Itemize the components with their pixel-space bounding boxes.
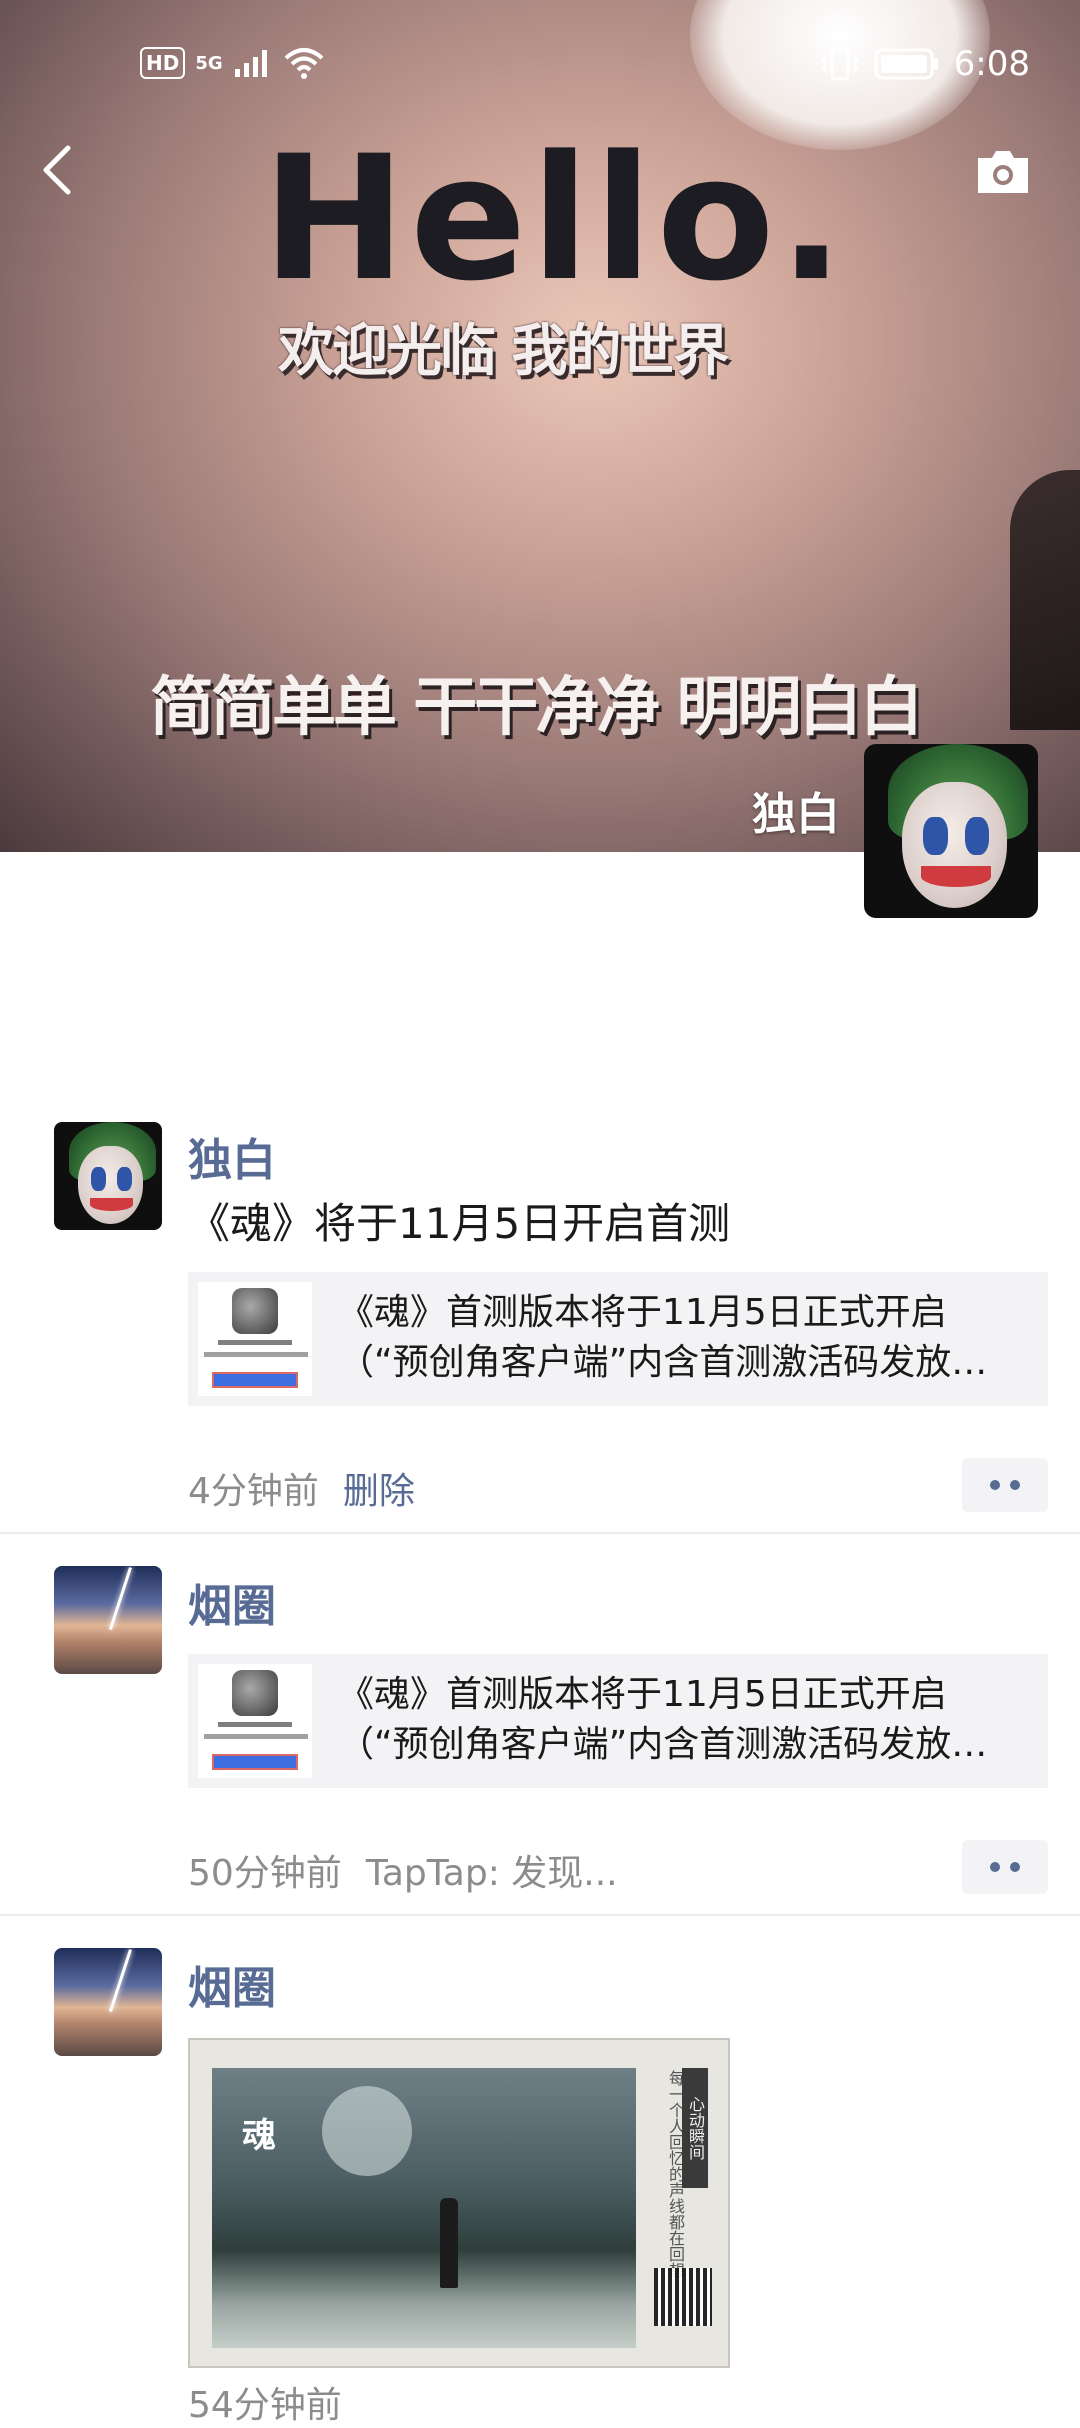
divider xyxy=(0,1532,1080,1534)
link-card[interactable]: 《魂》首测版本将于11月5日正式开启 （“预创角客户端”内含首测激活码发放… xyxy=(188,1272,1048,1406)
post-meta: 4分钟前 删除 xyxy=(188,1462,415,1514)
camera-icon[interactable] xyxy=(974,148,1032,196)
back-icon[interactable] xyxy=(30,140,90,200)
moment-post: 独白 《魂》将于11月5日开启首测 《魂》首测版本将于11月5日正式开启 （“预… xyxy=(0,1120,1080,1530)
avatar[interactable] xyxy=(54,1122,162,1230)
profile-name: 独白 xyxy=(752,789,840,840)
link-subtitle: （“预创角客户端”内含首测激活码发放… xyxy=(338,1724,988,1765)
post-time: 50分钟前 xyxy=(188,1853,342,1894)
delete-link[interactable]: 删除 xyxy=(343,1471,415,1512)
link-title: 《魂》首测版本将于11月5日正式开启 xyxy=(338,1674,947,1715)
character-figure xyxy=(440,2198,458,2288)
plant-decoration xyxy=(1010,470,1080,730)
more-actions-button[interactable] xyxy=(962,1840,1048,1894)
battery-icon xyxy=(874,48,938,80)
author-name[interactable]: 烟圈 xyxy=(188,1952,276,2016)
moment-post: 烟圈 《魂》首测版本将于11月5日正式开启 （“预创角客户端”内含首测激活码发放… xyxy=(0,1566,1080,1906)
post-time: 54分钟前 xyxy=(188,2385,342,2426)
profile-avatar[interactable] xyxy=(864,744,1038,918)
signal-icon xyxy=(234,50,267,77)
image-title: 魂 xyxy=(242,2116,276,2156)
post-source[interactable]: TapTap: 发现... xyxy=(366,1853,618,1894)
post-meta: 50分钟前 TapTap: 发现... xyxy=(188,1844,618,1896)
avatar[interactable] xyxy=(54,1948,162,2056)
vibrate-icon xyxy=(821,47,859,81)
qr-code xyxy=(654,2268,712,2326)
avatar[interactable] xyxy=(54,1566,162,1674)
cover-image[interactable]: Hello. 欢迎光临 我的世界 简简单单 干干净净 明明白白 xyxy=(0,0,1080,852)
hd-indicator: HD xyxy=(140,47,186,79)
moment-post: 烟圈 魂 每一个人回忆的声线都在回想 心动瞬间 xyxy=(0,1948,1080,2400)
cover-line-1: 欢迎光临 我的世界 xyxy=(278,319,729,384)
link-thumbnail xyxy=(198,1664,312,1778)
author-name[interactable]: 独白 xyxy=(188,1124,276,1188)
link-title: 《魂》首测版本将于11月5日正式开启 xyxy=(338,1292,947,1333)
cover-headline: Hello. xyxy=(262,118,849,319)
link-subtitle: （“预创角客户端”内含首测激活码发放… xyxy=(338,1342,988,1383)
wifi-icon xyxy=(284,48,323,79)
more-actions-button[interactable] xyxy=(962,1458,1048,1512)
link-card[interactable]: 《魂》首测版本将于11月5日正式开启 （“预创角客户端”内含首测激活码发放… xyxy=(188,1654,1048,1788)
post-text: 《魂》将于11月5日开启首测 xyxy=(188,1199,731,1248)
status-bar: HD 5G 6:08 xyxy=(0,40,1080,92)
author-name[interactable]: 烟圈 xyxy=(188,1570,276,1634)
network-type: 5G xyxy=(195,52,223,74)
divider xyxy=(0,1914,1080,1916)
clock: 6:08 xyxy=(953,44,1030,84)
image-seal: 心动瞬间 xyxy=(682,2068,708,2188)
cover-line-2: 简简单单 干干净净 明明白白 xyxy=(150,671,924,745)
post-time: 4分钟前 xyxy=(188,1471,319,1512)
link-thumbnail xyxy=(198,1282,312,1396)
post-image[interactable]: 魂 每一个人回忆的声线都在回想 心动瞬间 xyxy=(188,2038,730,2368)
